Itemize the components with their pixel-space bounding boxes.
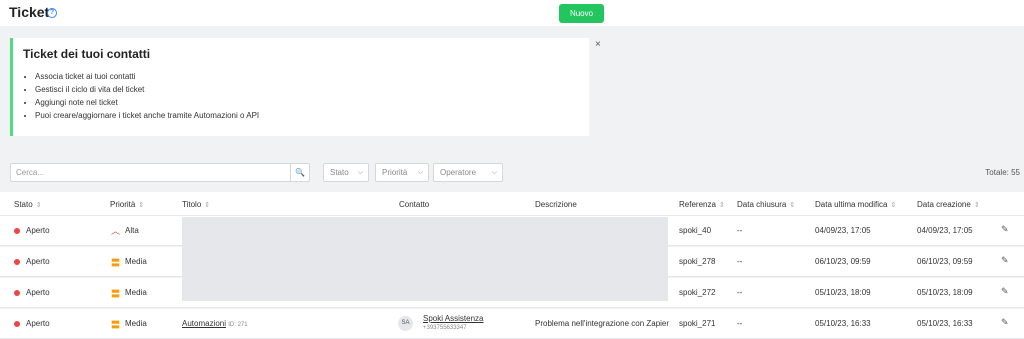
status-dot-icon [14, 259, 20, 265]
contact-name[interactable]: Spoki Assistenza [423, 314, 483, 323]
total-count: Totale: 55 [985, 168, 1020, 177]
column-descrizione: Descrizione [535, 200, 577, 209]
cell-data-creazione: 05/10/23, 16:33 [917, 319, 973, 328]
info-panel: Ticket dei tuoi contatti Associa ticket … [10, 38, 589, 136]
sort-icon: ⇕ [204, 202, 211, 209]
ticket-title-link[interactable]: Automazioni [182, 319, 226, 328]
column-referenza[interactable]: Referenza ⇕ [679, 200, 725, 209]
contact-phone: +393755633347 [423, 325, 467, 331]
cell-data-chiusura: -- [737, 288, 743, 297]
cell-stato: Aperto [26, 226, 50, 235]
column-data-chiusura[interactable]: Data chiusura ⇕ [737, 200, 795, 209]
new-ticket-button[interactable]: Nuovo [559, 4, 604, 23]
sort-icon: ⇕ [973, 202, 980, 209]
cell-data-modifica: 04/09/23, 17:05 [815, 226, 871, 235]
search-icon[interactable]: 🔍 [290, 164, 309, 181]
edit-icon[interactable]: ✎ [1001, 224, 1009, 235]
column-priorita[interactable]: Priorità ⇕ [110, 200, 144, 209]
status-dot-icon [14, 321, 20, 327]
cell-data-creazione: 04/09/23, 17:05 [917, 226, 973, 235]
info-list: Associa ticket ai tuoi contatti Gestisci… [35, 70, 259, 122]
loading-placeholder [182, 217, 668, 301]
cell-priorita: Alta [125, 226, 139, 235]
status-dot-icon [14, 290, 20, 296]
cell-stato: Aperto [26, 288, 50, 297]
chevron-down-icon: ⌵ [357, 169, 363, 176]
help-icon[interactable]: ? [47, 8, 57, 18]
sort-icon: ⇕ [35, 202, 42, 209]
cell-referenza: spoki_40 [679, 226, 712, 235]
priority-filter[interactable]: Priorità ⌵ [375, 163, 429, 182]
column-data-creazione[interactable]: Data creazione ⇕ [917, 200, 980, 209]
info-title: Ticket dei tuoi contatti [23, 47, 151, 61]
cell-data-chiusura: -- [737, 257, 743, 266]
cell-stato: Aperto [26, 257, 50, 266]
sort-icon: ⇕ [138, 202, 145, 209]
cell-priorita: Media [125, 257, 147, 266]
cell-data-chiusura: -- [737, 226, 743, 235]
cell-data-creazione: 05/10/23, 18:09 [917, 288, 973, 297]
cell-priorita: Media [125, 288, 147, 297]
status-filter[interactable]: Stato ⌵ [323, 163, 369, 182]
cell-data-creazione: 06/10/23, 09:59 [917, 257, 973, 266]
sort-icon: ⇕ [789, 202, 796, 209]
edit-icon[interactable]: ✎ [1001, 255, 1009, 266]
ticket-id: ID: 271 [228, 322, 248, 328]
edit-icon[interactable]: ✎ [1001, 286, 1009, 297]
operator-filter[interactable]: Operatore ⌵ [433, 163, 503, 182]
cell-referenza: spoki_272 [679, 288, 716, 297]
sort-icon: ⇕ [890, 202, 897, 209]
priority-filter-label: Priorità [382, 168, 408, 177]
info-item: Puoi creare/aggiornare i ticket anche tr… [35, 109, 259, 122]
cell-titolo: Automazioni ID: 271 [182, 319, 248, 328]
cell-data-chiusura: -- [737, 319, 743, 328]
info-item: Gestisci il ciclo di vita del ticket [35, 83, 259, 96]
status-filter-label: Stato [330, 168, 349, 177]
cell-data-modifica: 05/10/23, 16:33 [815, 319, 871, 328]
cell-stato: Aperto [26, 319, 50, 328]
cell-referenza: spoki_271 [679, 319, 716, 328]
page-title: Ticket [9, 4, 50, 20]
avatar: SA [398, 316, 413, 331]
cell-data-modifica: 05/10/23, 18:09 [815, 288, 871, 297]
cell-referenza: spoki_278 [679, 257, 716, 266]
search-input[interactable] [11, 164, 290, 181]
table-row[interactable]: Aperto 〓 Media Automazioni ID: 271 SA Sp… [0, 309, 1024, 339]
info-item: Associa ticket ai tuoi contatti [35, 70, 259, 83]
info-item: Aggiungi note nel ticket [35, 96, 259, 109]
top-bar: Ticket ? Nuovo [0, 0, 1024, 26]
sort-icon: ⇕ [718, 202, 725, 209]
priority-medium-icon: 〓 [111, 320, 121, 330]
close-icon[interactable]: × [595, 39, 601, 50]
chevron-down-icon: ⌵ [417, 169, 423, 176]
cell-data-modifica: 06/10/23, 09:59 [815, 257, 871, 266]
priority-medium-icon: 〓 [111, 258, 121, 268]
operator-filter-label: Operatore [440, 168, 477, 177]
search-box: 🔍 [10, 163, 310, 182]
edit-icon[interactable]: ✎ [1001, 317, 1009, 328]
column-titolo[interactable]: Titolo ⇕ [182, 200, 210, 209]
priority-medium-icon: 〓 [111, 289, 121, 299]
table-header: Stato ⇕ Priorità ⇕ Titolo ⇕ Contatto Descri… [0, 192, 1024, 216]
column-contatto: Contatto [399, 200, 430, 209]
priority-high-icon: ︿ [111, 226, 121, 236]
cell-priorita: Media [125, 319, 147, 328]
column-stato[interactable]: Stato ⇕ [14, 200, 42, 209]
column-data-ultima-modifica[interactable]: Data ultima modifica ⇕ [815, 200, 896, 209]
cell-descrizione: Problema nell'integrazione con Zapier [535, 319, 670, 328]
status-dot-icon [14, 228, 20, 234]
chevron-down-icon: ⌵ [491, 169, 497, 176]
